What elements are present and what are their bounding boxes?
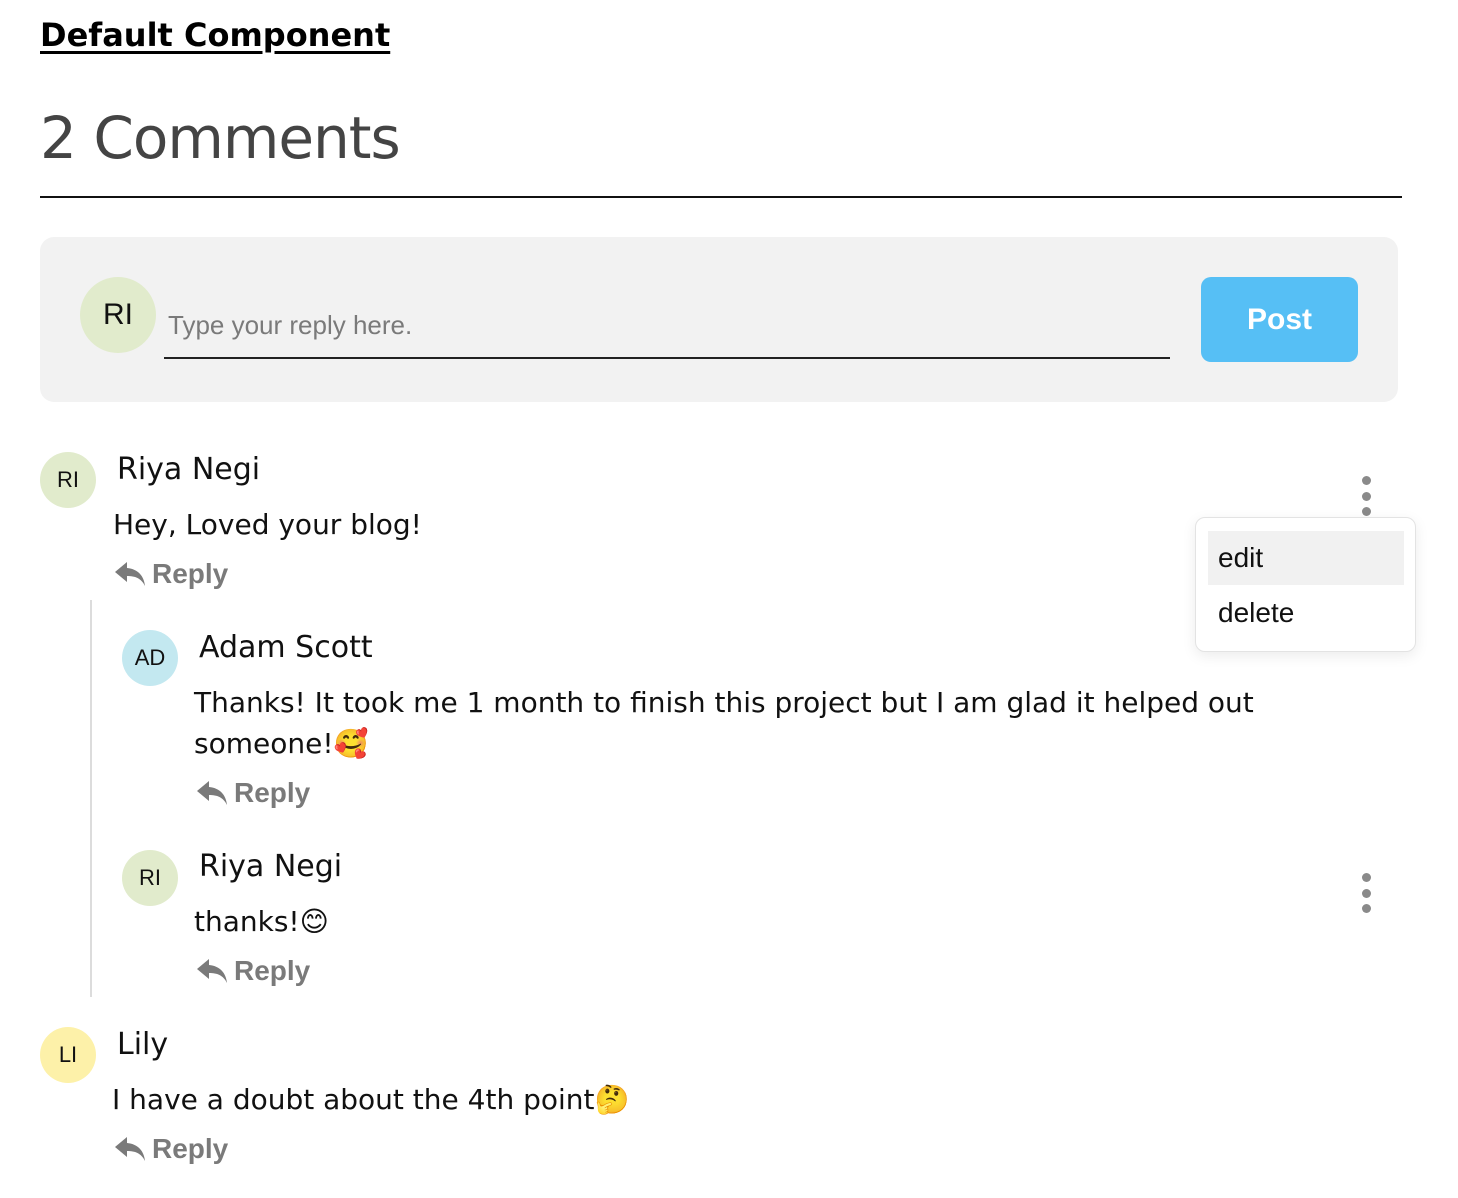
reply-input[interactable]	[164, 293, 1170, 359]
title-divider	[40, 196, 1402, 198]
menu-item-edit[interactable]: edit	[1208, 531, 1404, 585]
comment-author: Adam Scott	[199, 630, 373, 665]
comment-text: thanks!😊	[194, 905, 329, 938]
more-vertical-icon[interactable]	[1356, 873, 1376, 913]
reply-label: Reply	[234, 777, 311, 808]
reply-label: Reply	[152, 1133, 229, 1164]
reply-arrow-icon	[115, 1137, 145, 1161]
reply-label: Reply	[152, 558, 229, 589]
avatar: RI	[40, 452, 96, 508]
avatar: AD	[122, 630, 178, 686]
reply-button[interactable]: Reply	[196, 777, 310, 809]
reply-label: Reply	[234, 955, 311, 986]
comment-text: Thanks! It took me 1 month to finish thi…	[194, 686, 1254, 760]
comment-author: Lily	[117, 1027, 169, 1062]
avatar: RI	[122, 850, 178, 906]
comments-count-title: 2 Comments	[40, 104, 401, 172]
reply-button[interactable]: Reply	[114, 558, 228, 590]
menu-item-delete[interactable]: delete	[1208, 586, 1404, 640]
reply-composer: RI Post	[40, 237, 1398, 402]
reply-button[interactable]: Reply	[114, 1133, 228, 1165]
comment-author: Riya Negi	[199, 849, 343, 884]
reply-arrow-icon	[197, 781, 227, 805]
reply-arrow-icon	[197, 959, 227, 983]
avatar: LI	[40, 1027, 96, 1083]
more-vertical-icon[interactable]	[1356, 476, 1376, 516]
reply-button[interactable]: Reply	[196, 955, 310, 987]
comment-author: Riya Negi	[117, 452, 261, 487]
comment-text: I have a doubt about the 4th point🤔	[112, 1083, 630, 1116]
comment-text: Hey, Loved your blog!	[113, 508, 422, 541]
comment-options-menu: edit delete	[1195, 517, 1416, 652]
reply-arrow-icon	[115, 562, 145, 586]
avatar: RI	[80, 277, 156, 353]
post-button[interactable]: Post	[1201, 277, 1358, 362]
thread-line	[90, 600, 92, 997]
page-heading: Default Component	[40, 16, 391, 54]
